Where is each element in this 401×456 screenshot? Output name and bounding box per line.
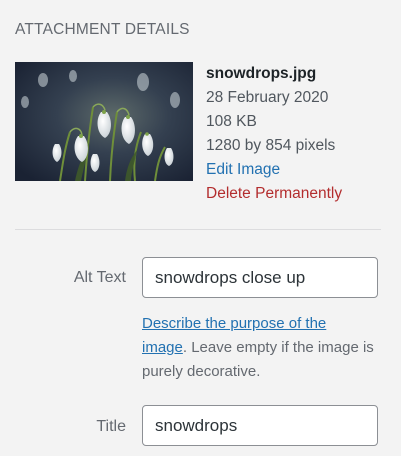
- attachment-thumbnail[interactable]: [15, 62, 193, 181]
- section-title: ATTACHMENT DETAILS: [15, 21, 190, 38]
- alt-text-help: Describe the purpose of the image. Leave…: [142, 312, 374, 384]
- filename: snowdrops.jpg: [206, 65, 317, 82]
- upload-date: 28 February 2020: [206, 89, 329, 106]
- snowdrops-image: [15, 62, 193, 181]
- alt-text-label: Alt Text: [73, 269, 126, 286]
- title-label: Title: [96, 418, 126, 435]
- attachment-meta: snowdrops.jpg 28 February 2020 108 KB 12…: [206, 62, 342, 206]
- title-input[interactable]: [142, 405, 378, 446]
- divider: [15, 229, 381, 230]
- delete-permanently-link[interactable]: Delete Permanently: [206, 185, 342, 202]
- edit-image-link[interactable]: Edit Image: [206, 161, 280, 178]
- alt-text-input[interactable]: [142, 257, 378, 298]
- image-dimensions: 1280 by 854 pixels: [206, 137, 336, 154]
- file-size: 108 KB: [206, 113, 257, 130]
